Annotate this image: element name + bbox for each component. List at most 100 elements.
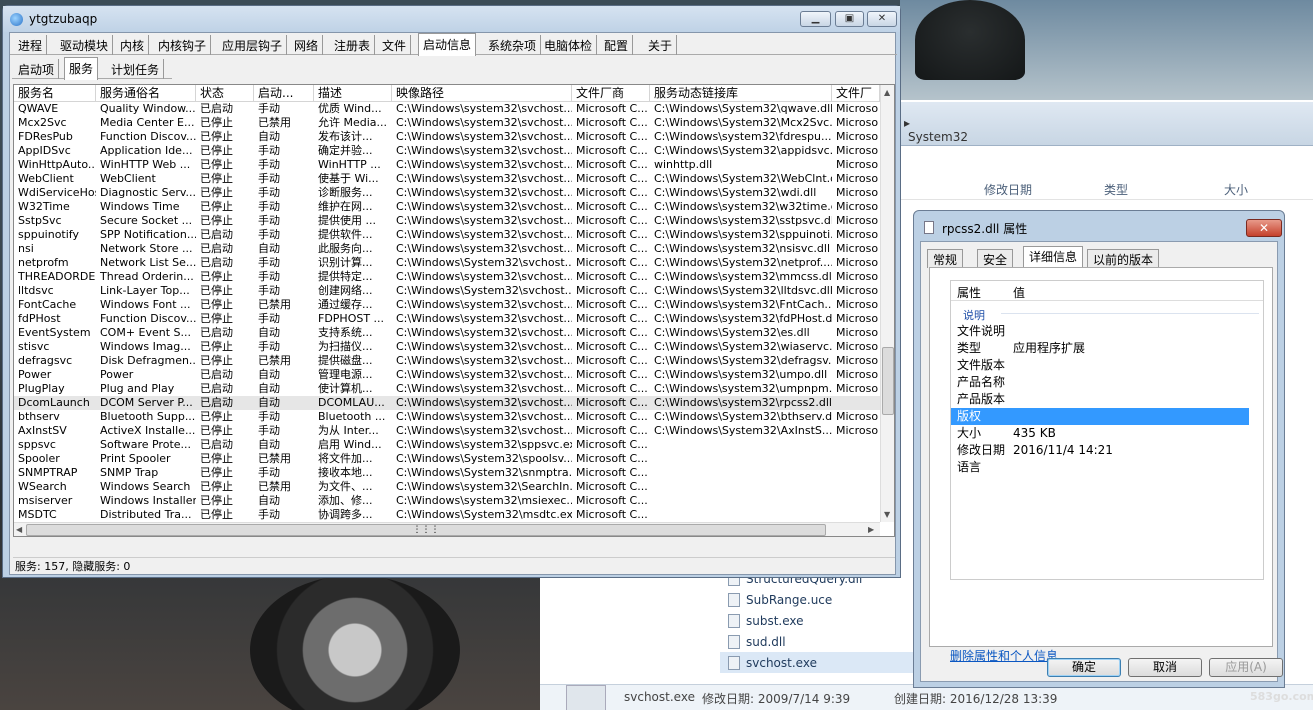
property-row[interactable]: 文件说明: [951, 323, 1249, 340]
tab-2[interactable]: 内核: [116, 35, 150, 55]
column-header[interactable]: 启动...: [254, 85, 314, 102]
apply-button[interactable]: 应用(A): [1209, 658, 1283, 677]
column-date[interactable]: 修改日期: [984, 181, 1032, 198]
table-row[interactable]: QWAVE Quality Window... 已启动 手动 优质 Wind... C:\…: [14, 102, 880, 116]
table-row[interactable]: WdiServiceHost Diagnostic Serv... 已停止 手动 诊断服…: [14, 186, 880, 200]
subtab-0[interactable]: 启动项: [14, 59, 60, 79]
table-row[interactable]: DcomLaunch DCOM Server P... 已启动 自动 DCOMLAU..…: [14, 396, 880, 410]
scroll-left-icon[interactable]: ◀: [16, 525, 22, 534]
table-row[interactable]: nsi Network Store ... 已启动 自动 此服务向... C:\Windo…: [14, 242, 880, 256]
minimize-button[interactable]: ▁: [800, 11, 831, 27]
table-row[interactable]: bthserv Bluetooth Supp... 已停止 手动 Bluetooth .…: [14, 410, 880, 424]
table-row[interactable]: WSearch Windows Search 已停止 已禁用 为文件、... C:\Win…: [14, 480, 880, 494]
cancel-button[interactable]: 取消: [1128, 658, 1202, 677]
property-row[interactable]: 文件版本: [951, 357, 1249, 374]
dialog-tab-1[interactable]: 安全: [977, 249, 1014, 268]
table-row[interactable]: stisvc Windows Imag... 已停止 手动 为扫描仪... C:\Wind…: [14, 340, 880, 354]
dialog-tab-2[interactable]: 详细信息: [1023, 246, 1084, 269]
property-row[interactable]: 产品名称: [951, 374, 1249, 391]
table-row[interactable]: PlugPlay Plug and Play 已启动 自动 使计算机... C:\Wind…: [14, 382, 880, 396]
table-row[interactable]: AxInstSV ActiveX Installe... 已停止 手动 为从 Inter…: [14, 424, 880, 438]
table-row[interactable]: fdPHost Function Discov... 已停止 手动 FDPHOST ..…: [14, 312, 880, 326]
dialog-title-bar[interactable]: rpcss2.dll 属性 ✕: [914, 211, 1284, 241]
column-header[interactable]: 文件厂商: [572, 85, 650, 102]
column-header[interactable]: 服务动态链接库: [650, 85, 832, 102]
table-row[interactable]: SstpSvc Secure Socket ... 已停止 手动 提供使用 ... C:\…: [14, 214, 880, 228]
table-row[interactable]: defragsvc Disk Defragmen... 已停止 已禁用 提供磁盘... C…: [14, 354, 880, 368]
property-name: 文件版本: [957, 358, 1006, 372]
table-row[interactable]: AppIDSvc Application Ide... 已停止 手动 确定并验... C:…: [14, 144, 880, 158]
column-type[interactable]: 类型: [1104, 181, 1128, 198]
dialog-tab-0[interactable]: 常规: [927, 249, 964, 268]
table-cell: Microsoft C...: [576, 200, 648, 213]
list-item[interactable]: subst.exe: [720, 610, 920, 631]
close-button[interactable]: ✕: [867, 11, 897, 27]
ok-button[interactable]: 确定: [1047, 658, 1121, 677]
table-row[interactable]: EventSystem COM+ Event S... 已启动 自动 支持系统... C:…: [14, 326, 880, 340]
subtab-1[interactable]: 服务: [64, 57, 99, 80]
address-bar[interactable]: System32 ▸: [900, 102, 1313, 146]
table-row[interactable]: W32Time Windows Time 已停止 手动 维护在网... C:\Window…: [14, 200, 880, 214]
list-item[interactable]: svchost.exe: [720, 652, 920, 673]
tab-11[interactable]: 配置: [600, 35, 634, 55]
table-row[interactable]: FDResPub Function Discov... 已停止 自动 发布该计... C:…: [14, 130, 880, 144]
subtab-2[interactable]: 计划任务: [107, 59, 165, 79]
tab-6[interactable]: 注册表: [330, 35, 376, 55]
property-row[interactable]: 修改日期 2016/11/4 14:21: [951, 442, 1249, 459]
table-row[interactable]: THREADORDER Thread Orderin... 已停止 手动 提供特定...…: [14, 270, 880, 284]
tab-7[interactable]: 文件: [378, 35, 412, 55]
table-row[interactable]: Power Power 已启动 自动 管理电源... C:\Windows\system3…: [14, 368, 880, 382]
table-row[interactable]: MSDTC Distributed Tra... 已停止 手动 协调跨多... C:\Wi…: [14, 508, 880, 522]
table-row[interactable]: msiserver Windows Installer 已停止 自动 添加、修... C:…: [14, 494, 880, 508]
column-value[interactable]: 值: [1013, 284, 1025, 301]
dialog-tab-3[interactable]: 以前的版本: [1087, 249, 1160, 268]
tab-5[interactable]: 网络: [290, 35, 324, 55]
table-row[interactable]: SNMPTRAP SNMP Trap 已停止 手动 接收本地... C:\Windows\…: [14, 466, 880, 480]
list-item[interactable]: sud.dll: [720, 631, 920, 652]
vertical-scrollbar[interactable]: ▲ ▼: [880, 85, 894, 522]
tab-10[interactable]: 电脑体检: [540, 35, 598, 55]
scroll-up-icon[interactable]: ▲: [884, 88, 890, 97]
column-header[interactable]: 描述: [314, 85, 392, 102]
breadcrumb[interactable]: System32 ▸: [904, 116, 968, 144]
tab-9[interactable]: 系统杂项: [484, 35, 542, 55]
property-row[interactable]: 语言: [951, 459, 1249, 476]
column-header[interactable]: 文件厂: [832, 85, 880, 102]
tab-4[interactable]: 应用层钩子: [218, 35, 288, 55]
vertical-scroll-thumb[interactable]: [882, 347, 894, 415]
property-row[interactable]: 大小 435 KB: [951, 425, 1249, 442]
table-row[interactable]: WinHttpAuto... WinHTTP Web ... 已停止 手动 WinHTT…: [14, 158, 880, 172]
table-cell: 已停止: [200, 200, 233, 213]
column-header[interactable]: 状态: [196, 85, 254, 102]
tab-1[interactable]: 驱动模块: [56, 35, 114, 55]
tab-3[interactable]: 内核钩子: [154, 35, 212, 55]
property-row[interactable]: 产品版本: [951, 391, 1249, 408]
property-row[interactable]: 类型 应用程序扩展: [951, 340, 1249, 357]
table-row[interactable]: FontCache Windows Font ... 已停止 已禁用 通过缓存... C:…: [14, 298, 880, 312]
column-size[interactable]: 大小: [1224, 181, 1248, 198]
column-property[interactable]: 属性: [957, 284, 981, 301]
table-row[interactable]: WebClient WebClient 已停止 手动 使基于 Wi... C:\Windo…: [14, 172, 880, 186]
column-header[interactable]: 映像路径: [392, 85, 572, 102]
list-item[interactable]: SubRange.uce: [720, 589, 920, 610]
tab-12[interactable]: 关于: [644, 35, 678, 55]
tab-8[interactable]: 启动信息: [418, 33, 477, 56]
scroll-right-icon[interactable]: ▶: [868, 525, 874, 534]
table-row[interactable]: sppsvc Software Prote... 已启动 自动 启用 Wind... C:…: [14, 438, 880, 452]
table-row[interactable]: Spooler Print Spooler 已停止 已禁用 将文件加... C:\Wind…: [14, 452, 880, 466]
remove-properties-link[interactable]: 删除属性和个人信息: [950, 647, 1058, 664]
horizontal-scrollbar[interactable]: ◀ ⋮⋮⋮ ▶: [14, 522, 880, 536]
table-row[interactable]: sppuinotify SPP Notification... 已启动 手动 提供软件.…: [14, 228, 880, 242]
scroll-down-icon[interactable]: ▼: [884, 510, 890, 519]
title-bar[interactable]: ytgtzubaqp ▁ ▣ ✕: [3, 6, 900, 32]
maximize-button[interactable]: ▣: [835, 11, 864, 27]
column-header[interactable]: 服务名: [14, 85, 96, 102]
horizontal-scroll-thumb[interactable]: ⋮⋮⋮: [26, 524, 826, 536]
table-row[interactable]: netprofm Network List Se... 已启动 手动 识别计算... C:…: [14, 256, 880, 270]
table-row[interactable]: lltdsvc Link-Layer Top... 已停止 手动 创建网络... C:\W…: [14, 284, 880, 298]
tab-0[interactable]: 进程: [14, 35, 48, 55]
table-row[interactable]: Mcx2Svc Media Center E... 已停止 已禁用 允许 Media..…: [14, 116, 880, 130]
dialog-close-button[interactable]: ✕: [1246, 219, 1282, 237]
column-header[interactable]: 服务通俗名: [96, 85, 196, 102]
property-row[interactable]: 版权: [951, 408, 1249, 425]
